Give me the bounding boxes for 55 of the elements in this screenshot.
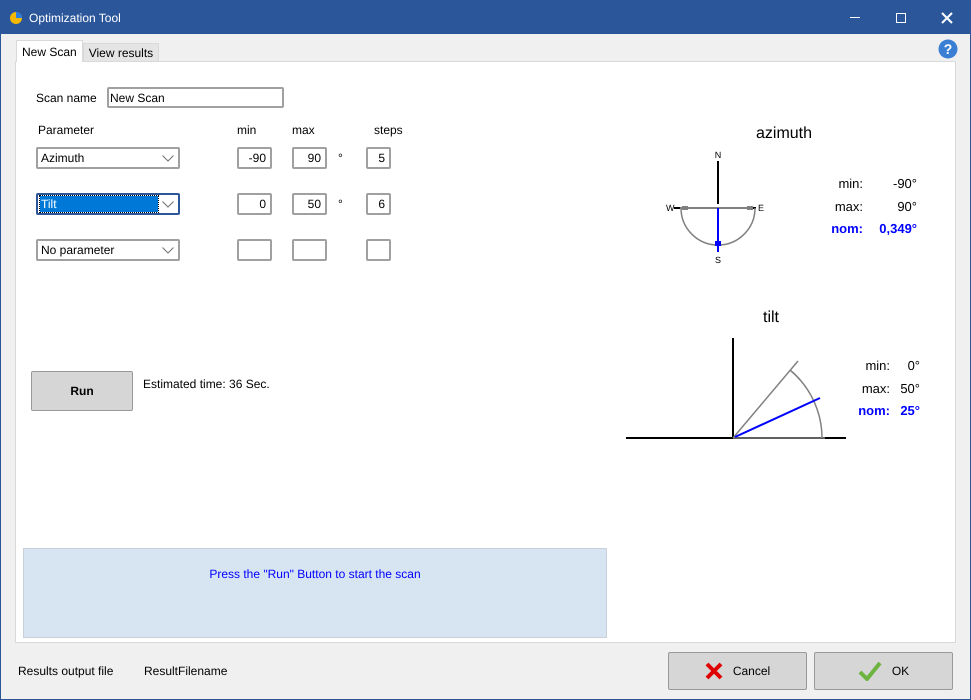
min-field[interactable]: 0: [237, 193, 272, 215]
steps-field[interactable]: 5: [366, 147, 391, 169]
run-button[interactable]: Run: [31, 371, 133, 411]
value-label: max:: [860, 380, 890, 398]
unit-text: °: [337, 150, 344, 167]
value-text: 50°: [899, 380, 920, 398]
max-field[interactable]: 50: [292, 193, 327, 215]
close-icon: [941, 12, 953, 24]
unit-text: °: [337, 196, 344, 213]
app-icon: [9, 10, 23, 24]
max-field[interactable]: [292, 239, 327, 261]
maximize-icon: [896, 12, 906, 22]
column-header: max: [292, 122, 316, 139]
value-text: -90°: [892, 175, 917, 193]
window-title: Optimization Tool: [29, 10, 121, 26]
scan-name-field[interactable]: New Scan: [107, 87, 284, 108]
diagram-title: tilt: [763, 308, 780, 328]
ok-button[interactable]: OK: [814, 652, 953, 690]
value-label: max:: [834, 198, 863, 216]
status-message: Press the "Run" Button to start the scan: [209, 566, 421, 579]
parameter-dropdown[interactable]: No parameter: [36, 239, 180, 261]
column-header: min: [237, 122, 258, 139]
checkmark-icon: [858, 661, 882, 681]
parameter-dropdown[interactable]: Azimuth: [36, 147, 180, 169]
min-field[interactable]: [237, 239, 272, 261]
column-header: steps: [374, 122, 403, 139]
value-text: 0,349°: [878, 220, 917, 238]
value-label: min:: [837, 175, 863, 193]
cancel-button[interactable]: Cancel: [668, 652, 807, 690]
tab[interactable]: View results: [82, 43, 160, 61]
value-text: 0°: [906, 357, 920, 375]
compass-drawing: N W E S: [666, 148, 776, 266]
minimize-icon: [850, 16, 860, 18]
help-icon[interactable]: ?: [938, 39, 958, 59]
chevron-icon: [162, 246, 174, 254]
output-filename: ResultFilename: [144, 663, 228, 680]
field-label: Scan name: [36, 90, 98, 106]
output-label: Results output file: [18, 663, 114, 680]
parameter-dropdown[interactable]: Tilt: [36, 193, 180, 215]
value-text: 90°: [896, 198, 917, 216]
diagram-title: azimuth: [756, 124, 814, 144]
value-label: nom:: [830, 220, 863, 238]
steps-field[interactable]: [366, 239, 391, 261]
value-label: nom:: [857, 402, 890, 420]
steps-field[interactable]: 6: [366, 193, 391, 215]
min-field[interactable]: -90: [237, 147, 272, 169]
tab[interactable]: New Scan: [16, 40, 83, 62]
chevron-icon: [162, 154, 174, 162]
value-text: 25°: [899, 402, 920, 420]
column-header: Parameter: [38, 122, 96, 139]
cross-icon: [704, 662, 723, 680]
chevron-icon: [162, 200, 174, 208]
estimate-text: Estimated time: 36 Sec.: [143, 376, 270, 393]
value-label: min:: [864, 357, 890, 375]
max-field[interactable]: 90: [292, 147, 327, 169]
